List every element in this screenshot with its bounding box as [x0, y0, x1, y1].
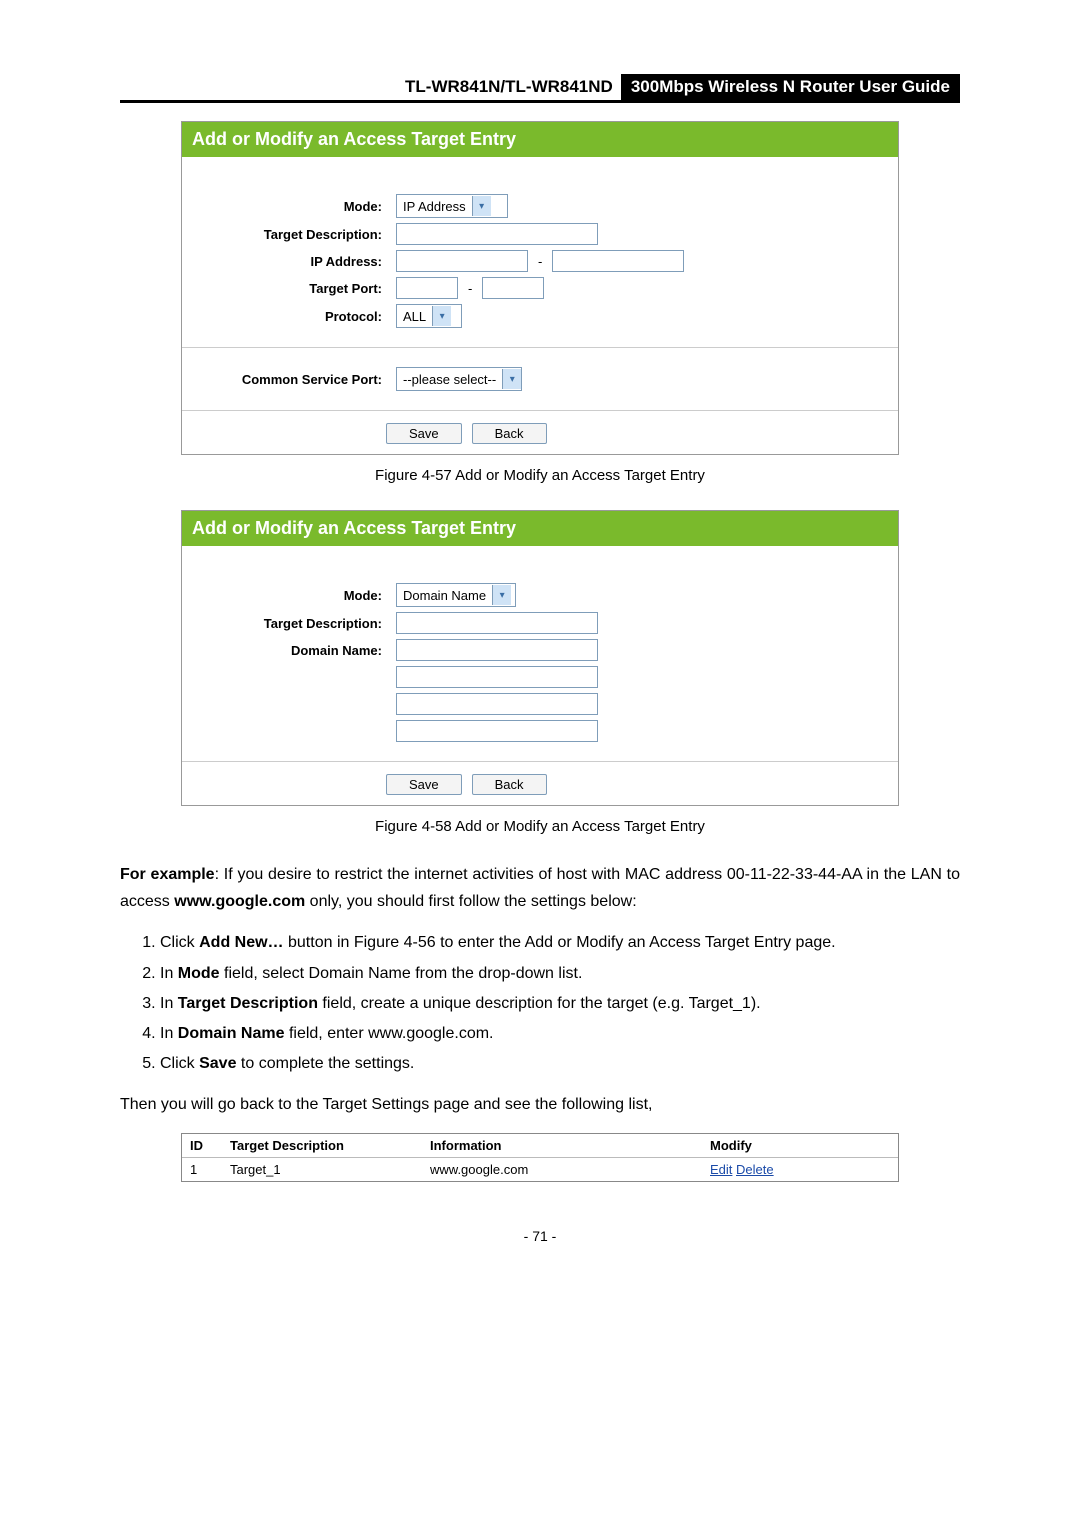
label-common-port: Common Service Port:	[192, 372, 396, 387]
common-port-value: --please select--	[397, 372, 502, 387]
label-mode: Mode:	[192, 588, 396, 603]
common-port-select[interactable]: --please select-- ▾	[396, 367, 522, 391]
panel-ip: Add or Modify an Access Target Entry Mod…	[181, 121, 899, 455]
th-info: Information	[430, 1138, 710, 1153]
cell-id: 1	[190, 1162, 230, 1177]
target-desc-input[interactable]	[396, 223, 598, 245]
model-label: TL-WR841N/TL-WR841ND	[397, 74, 621, 100]
back-button[interactable]: Back	[472, 423, 547, 444]
port-start-input[interactable]	[396, 277, 458, 299]
dash: -	[534, 254, 546, 269]
label-target-desc: Target Description:	[192, 616, 396, 631]
label-port: Target Port:	[192, 281, 396, 296]
step-5: Click Save to complete the settings.	[160, 1050, 960, 1077]
mode-select[interactable]: Domain Name ▾	[396, 583, 516, 607]
step-2: In Mode field, select Domain Name from t…	[160, 960, 960, 987]
page-number: - 71 -	[120, 1228, 960, 1244]
doc-header: TL-WR841N/TL-WR841ND 300Mbps Wireless N …	[120, 74, 960, 103]
followup-paragraph: Then you will go back to the Target Sett…	[120, 1091, 960, 1118]
mode-select[interactable]: IP Address ▾	[396, 194, 508, 218]
dash: -	[464, 281, 476, 296]
steps-list: Click Add New… button in Figure 4-56 to …	[120, 929, 960, 1077]
step-1: Click Add New… button in Figure 4-56 to …	[160, 929, 960, 956]
label-ip: IP Address:	[192, 254, 396, 269]
doc-subtitle: 300Mbps Wireless N Router User Guide	[621, 74, 960, 100]
domain-input-1[interactable]	[396, 639, 598, 661]
delete-link[interactable]: Delete	[736, 1162, 774, 1177]
label-target-desc: Target Description:	[192, 227, 396, 242]
domain-input-4[interactable]	[396, 720, 598, 742]
chevron-down-icon: ▾	[502, 369, 521, 389]
ip-end-input[interactable]	[552, 250, 684, 272]
domain-input-3[interactable]	[396, 693, 598, 715]
target-desc-input[interactable]	[396, 612, 598, 634]
example-paragraph: For example: If you desire to restrict t…	[120, 861, 960, 915]
figure-caption-57: Figure 4-57 Add or Modify an Access Targ…	[120, 467, 960, 484]
label-domain: Domain Name:	[192, 643, 396, 658]
mode-select-value: IP Address	[397, 199, 472, 214]
port-end-input[interactable]	[482, 277, 544, 299]
save-button[interactable]: Save	[386, 423, 462, 444]
th-mod: Modify	[710, 1138, 890, 1153]
back-button[interactable]: Back	[472, 774, 547, 795]
panel-domain: Add or Modify an Access Target Entry Mod…	[181, 510, 899, 806]
chevron-down-icon: ▾	[492, 585, 511, 605]
edit-link[interactable]: Edit	[710, 1162, 732, 1177]
panel-title: Add or Modify an Access Target Entry	[182, 122, 898, 157]
save-button[interactable]: Save	[386, 774, 462, 795]
ip-start-input[interactable]	[396, 250, 528, 272]
step-4: In Domain Name field, enter www.google.c…	[160, 1020, 960, 1047]
target-settings-table: ID Target Description Information Modify…	[181, 1133, 899, 1182]
label-protocol: Protocol:	[192, 309, 396, 324]
protocol-value: ALL	[397, 309, 432, 324]
table-row: 1 Target_1 www.google.com Edit Delete	[182, 1158, 898, 1181]
domain-input-2[interactable]	[396, 666, 598, 688]
th-id: ID	[190, 1138, 230, 1153]
cell-desc: Target_1	[230, 1162, 430, 1177]
mode-value: Domain Name	[397, 588, 492, 603]
chevron-down-icon: ▾	[432, 306, 451, 326]
figure-caption-58: Figure 4-58 Add or Modify an Access Targ…	[120, 818, 960, 835]
cell-info: www.google.com	[430, 1162, 710, 1177]
chevron-down-icon: ▾	[472, 196, 491, 216]
th-desc: Target Description	[230, 1138, 430, 1153]
protocol-select[interactable]: ALL ▾	[396, 304, 462, 328]
panel-title: Add or Modify an Access Target Entry	[182, 511, 898, 546]
label-mode: Mode:	[192, 199, 396, 214]
step-3: In Target Description field, create a un…	[160, 990, 960, 1017]
